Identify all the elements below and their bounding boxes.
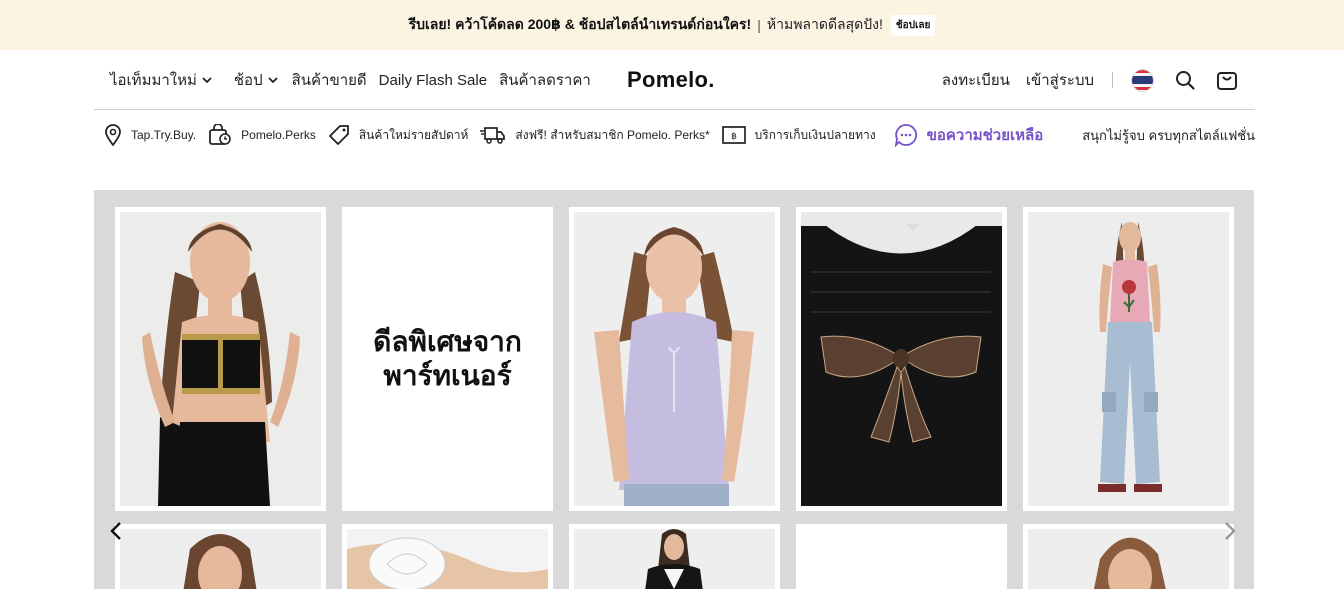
nav-item-best-sellers[interactable]: สินค้าขายดี	[292, 68, 367, 92]
search-icon[interactable]	[1173, 69, 1196, 92]
product-image	[801, 529, 1002, 589]
product-image	[1028, 529, 1229, 589]
partner-deals-line-1: ดีลพิเศษจาก	[373, 326, 522, 357]
perks-bag-icon	[209, 124, 231, 145]
product-card[interactable]	[1023, 207, 1234, 511]
nav-item-new-arrivals[interactable]: ไอเท็มมาใหม่	[110, 68, 212, 92]
usp-item-label: ส่งฟรี! สำหรับสมาชิก Pomelo. Perks*	[515, 127, 710, 142]
svg-text:฿: ฿	[731, 132, 737, 142]
product-card[interactable]	[796, 524, 1007, 589]
usp-item-free-shipping[interactable]: ส่งฟรี! สำหรับสมาชิก Pomelo. Perks*	[480, 125, 710, 145]
carousel-prev-button[interactable]	[106, 521, 126, 541]
account-nav: ลงทะเบียน เข้าสู่ระบบ	[926, 50, 1238, 110]
nav-item-label: Daily Flash Sale	[378, 71, 488, 89]
product-carousel: ดีลพิเศษจาก พาร์ทเนอร์	[94, 190, 1254, 589]
register-link[interactable]: ลงทะเบียน	[942, 68, 1010, 92]
usp-item-label: สินค้าใหม่รายสัปดาห์	[358, 127, 469, 142]
product-card[interactable]	[342, 524, 553, 589]
nav-divider	[1112, 72, 1113, 88]
thailand-flag-icon[interactable]	[1131, 68, 1154, 92]
usp-item-tap-try-buy[interactable]: Tap.Try.Buy.	[104, 124, 196, 146]
chevron-down-icon	[267, 77, 278, 84]
nav-menu: ไอเท็มมาใหม่ ช้อป สินค้าขายดี Daily Flas…	[110, 50, 603, 110]
product-card[interactable]	[569, 207, 780, 511]
nav-item-label: ไอเท็มมาใหม่	[110, 72, 197, 89]
pomelo-logo[interactable]: Pomelo.	[627, 67, 715, 93]
nav-item-sale[interactable]: สินค้าลดราคา	[499, 68, 591, 92]
chevron-left-icon	[110, 522, 121, 540]
promo-subline: ห้ามพลาดดีลสุดปัง!	[766, 16, 883, 32]
promo-headline: รีบเลย! คว้าโค้ดลด 200฿ & ช้อปสไตล์นำเทร…	[408, 16, 752, 32]
partner-deals-card[interactable]: ดีลพิเศษจาก พาร์ทเนอร์	[342, 207, 553, 511]
chevron-down-icon	[202, 77, 212, 84]
usp-item-pomelo-perks[interactable]: Pomelo.Perks	[208, 124, 316, 146]
usp-strip: Tap.Try.Buy. Pomelo.Perks สินค้าใหม่รายส…	[104, 120, 1255, 150]
help-label: ขอความช่วยเหลือ	[926, 127, 1044, 144]
product-image	[574, 529, 775, 589]
nav-item-label: ช้อป	[233, 72, 263, 89]
chat-bubble-icon	[894, 124, 917, 147]
product-image	[574, 212, 775, 506]
nav-item-label: สินค้าลดราคา	[499, 72, 591, 89]
location-pin-icon	[105, 124, 121, 146]
shopping-bag-icon[interactable]	[1215, 69, 1238, 92]
nav-item-shop[interactable]: ช้อป	[234, 68, 278, 92]
promo-shop-now-button[interactable]: ช้อปเลย	[890, 14, 936, 36]
usp-tagline: สนุกไม่รู้จบ ครบทุกสไตล์แฟชั่น	[1082, 127, 1255, 143]
main-navigation: ไอเท็มมาใหม่ ช้อป สินค้าขายดี Daily Flas…	[94, 50, 1255, 110]
product-image	[120, 529, 321, 589]
nav-item-daily-flash-sale[interactable]: Daily Flash Sale	[379, 72, 487, 89]
product-card[interactable]	[115, 524, 326, 589]
login-link[interactable]: เข้าสู่ระบบ	[1026, 68, 1094, 92]
promo-separator: |	[757, 17, 761, 33]
tag-icon	[328, 125, 349, 145]
partner-deals-banner: ดีลพิเศษจาก พาร์ทเนอร์	[347, 212, 548, 506]
product-card[interactable]	[569, 524, 780, 589]
delivery-truck-icon	[480, 127, 506, 144]
help-link[interactable]: ขอความช่วยเหลือ	[894, 123, 1044, 147]
carousel-next-button[interactable]	[1220, 521, 1240, 541]
product-card[interactable]	[796, 207, 1007, 511]
product-image	[120, 212, 321, 506]
product-card[interactable]	[115, 207, 326, 511]
product-card[interactable]	[1023, 524, 1234, 589]
usp-item-cod[interactable]: ฿ บริการเก็บเงินปลายทาง	[721, 126, 876, 145]
promo-banner[interactable]: รีบเลย! คว้าโค้ดลด 200฿ & ช้อปสไตล์นำเทร…	[0, 0, 1344, 50]
usp-item-label: บริการเก็บเงินปลายทาง	[754, 127, 876, 142]
nav-item-label: สินค้าขายดี	[291, 72, 367, 89]
usp-item-label: Tap.Try.Buy.	[131, 128, 197, 142]
product-image	[1028, 212, 1229, 506]
usp-item-new-weekly[interactable]: สินค้าใหม่รายสัปดาห์	[328, 124, 469, 146]
cash-on-delivery-icon: ฿	[721, 126, 746, 144]
chevron-right-icon	[1225, 522, 1236, 540]
partner-deals-line-2: พาร์ทเนอร์	[383, 360, 512, 391]
product-image	[801, 212, 1002, 506]
product-image	[347, 529, 548, 589]
usp-item-label: Pomelo.Perks	[241, 128, 316, 142]
